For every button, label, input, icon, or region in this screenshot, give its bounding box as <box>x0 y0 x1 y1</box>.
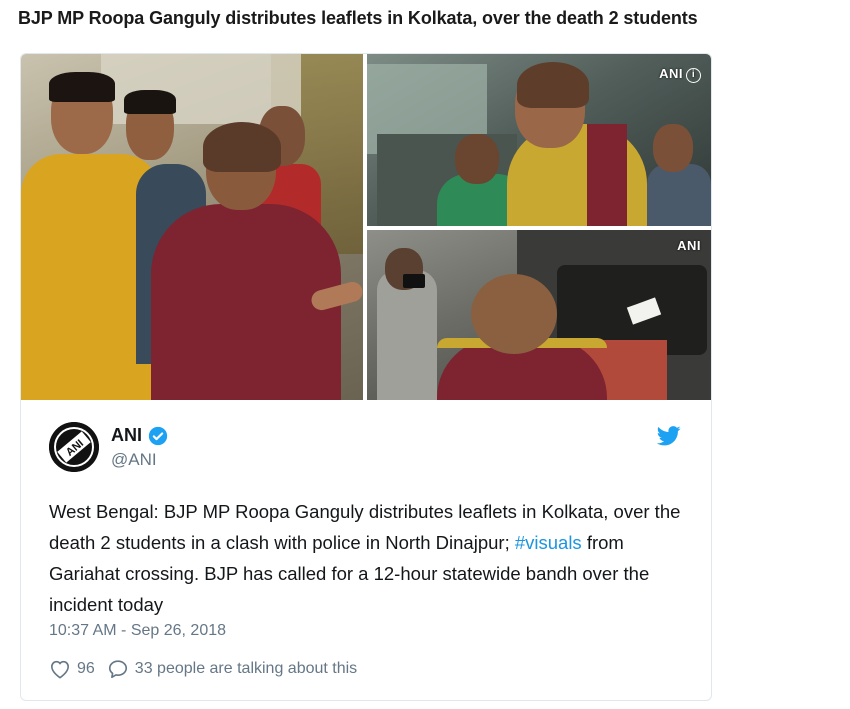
woman-hair <box>203 122 281 172</box>
woman-hair <box>471 274 557 354</box>
like-count[interactable]: 96 <box>77 660 95 678</box>
photo-left[interactable] <box>21 54 363 400</box>
account-name[interactable]: ANI <box>111 425 168 446</box>
account-handle[interactable]: @ANI <box>111 450 157 470</box>
person-head <box>455 134 499 184</box>
photo-top-right[interactable]: ANI i <box>367 54 711 226</box>
article-headline: BJP MP Roopa Ganguly distributes leaflet… <box>18 8 698 28</box>
account-name-text[interactable]: ANI <box>111 425 142 446</box>
twitter-bird-icon[interactable] <box>657 426 681 446</box>
talking-about-link[interactable]: 33 people are talking about this <box>135 660 357 678</box>
person-hair <box>49 72 115 102</box>
camera-icon <box>403 274 425 288</box>
ani-watermark: ANI i <box>659 66 701 83</box>
ani-watermark-text: ANI <box>659 66 683 81</box>
embedded-tweet-card[interactable]: ANI i ANI ANI ANI @ANI West Bengal: BJP … <box>20 53 712 701</box>
tweet-body[interactable]: ANI ANI @ANI West Bengal: BJP MP Roopa G… <box>21 400 711 700</box>
woman-hair <box>517 62 589 108</box>
verified-badge-icon <box>148 426 168 445</box>
speech-bubble-icon[interactable] <box>107 658 129 680</box>
tweet-media-grid[interactable]: ANI i ANI <box>21 54 711 400</box>
heart-icon[interactable] <box>49 659 71 679</box>
tweet-text: West Bengal: BJP MP Roopa Ganguly distri… <box>49 496 689 620</box>
ani-watermark: ANI <box>677 238 701 253</box>
person-right <box>647 164 711 226</box>
ani-logo: ANI <box>49 422 99 472</box>
photo-bottom-right[interactable]: ANI <box>367 230 711 400</box>
person-head <box>653 124 693 172</box>
person-hair <box>124 90 176 114</box>
hashtag-link[interactable]: #visuals <box>515 532 582 553</box>
info-icon[interactable]: i <box>686 68 701 83</box>
woman-maroon-border <box>587 124 627 226</box>
tweet-actions: 96 33 people are talking about this <box>49 658 357 680</box>
tweet-timestamp[interactable]: 10:37 AM - Sep 26, 2018 <box>49 622 226 640</box>
ani-avatar[interactable]: ANI <box>49 422 99 472</box>
